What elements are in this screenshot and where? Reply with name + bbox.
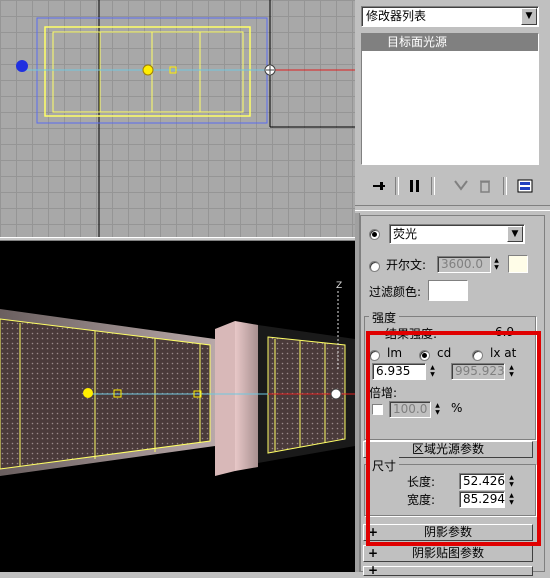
- kelvin-spinner[interactable]: ▲ ▼: [492, 257, 501, 272]
- modifier-stack[interactable]: 目标面光源: [361, 33, 539, 165]
- perspective-viewport[interactable]: Z: [0, 241, 355, 572]
- kelvin-color-swatch[interactable]: [508, 255, 528, 273]
- rollout-expand-sign: +: [368, 546, 379, 560]
- perspective-scene: Z: [0, 281, 355, 476]
- panel-divider: [355, 205, 550, 211]
- next-rollout-button[interactable]: +: [363, 563, 533, 577]
- filter-color-swatch[interactable]: [428, 280, 468, 301]
- intensity-header: 强度: [369, 309, 400, 326]
- shadow-map-params-label: 阴影贴图参数: [411, 546, 484, 560]
- svg-text:Z: Z: [336, 281, 342, 291]
- toolbar-separator: [395, 177, 399, 195]
- distribution-dropdown[interactable]: 荧光 ▼: [389, 224, 525, 244]
- highlight-annotation-box: [366, 331, 541, 546]
- kelvin-label: 开尔文:: [386, 258, 427, 272]
- top-viewport[interactable]: [0, 0, 355, 237]
- toolbar-separator: [503, 177, 507, 195]
- stack-item-label: 目标面光源: [387, 35, 448, 49]
- modifier-list-label: 修改器列表: [366, 9, 427, 23]
- pin-stack-icon[interactable]: [371, 178, 387, 194]
- shadow-map-params-rollout-button[interactable]: + 阴影贴图参数: [363, 545, 533, 562]
- rollout-expand-sign: +: [368, 563, 379, 577]
- remove-modifier-icon[interactable]: [477, 178, 493, 194]
- kelvin-field[interactable]: 3600.0: [437, 256, 491, 273]
- top-viewport-scene: [16, 0, 355, 237]
- stack-toolbar: [361, 174, 541, 198]
- kelvin-radio[interactable]: [369, 259, 380, 273]
- make-unique-icon[interactable]: [453, 178, 469, 194]
- chevron-down-icon[interactable]: ▼: [507, 226, 523, 242]
- filter-color-label: 过滤颜色:: [369, 285, 422, 299]
- distribution-value: 荧光: [393, 227, 418, 241]
- distribution-radio[interactable]: [369, 227, 380, 241]
- show-end-result-icon[interactable]: [407, 178, 423, 194]
- configure-modifier-sets-icon[interactable]: [517, 178, 533, 194]
- stack-item-target-area-light[interactable]: 目标面光源: [362, 34, 538, 51]
- toolbar-separator: [431, 177, 435, 195]
- chevron-down-icon[interactable]: ▼: [521, 8, 537, 25]
- modifier-list-dropdown[interactable]: 修改器列表 ▼: [361, 6, 539, 27]
